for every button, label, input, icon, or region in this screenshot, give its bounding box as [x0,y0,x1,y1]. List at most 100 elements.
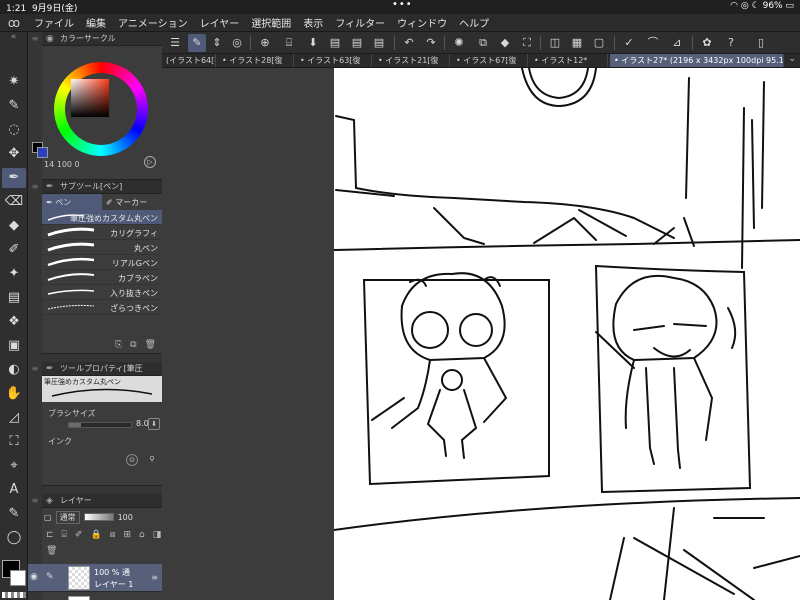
vector-tool-icon[interactable]: ⌖ [2,456,26,476]
transform-icon[interactable]: ⛶ [518,34,536,52]
invert-selection-icon[interactable]: ▦ [568,34,586,52]
menu-layer[interactable]: レイヤー [194,15,246,30]
save-icon[interactable]: ⬇ [304,34,322,52]
redo-icon[interactable]: ↷ [422,34,440,52]
panel-grip-icon[interactable]: ≡ [28,496,42,505]
frame-tool-icon[interactable]: ⛶ [2,432,26,452]
lock-alpha-icon[interactable]: ⧈ [110,530,116,542]
layer-color-icon[interactable]: ▢ [44,513,52,522]
menu-filter[interactable]: フィルター [329,15,391,30]
multitask-dots[interactable]: ••• [392,0,413,10]
color-mode-icon[interactable]: ▷ [144,156,156,168]
panel-menu-icon[interactable]: ☰ [166,34,184,52]
subtool-tab-marker[interactable]: ✐ マーカー [102,194,162,210]
selection-stamp-icon[interactable]: ▢ [590,34,608,52]
opacity-slider[interactable] [83,513,114,521]
brush-item[interactable]: 丸ペン [42,240,162,255]
brush-tool-icon[interactable]: ✐ [2,240,26,260]
eraser-tool-icon[interactable]: ⌫ [2,192,26,212]
smartphone-icon[interactable]: ▯ [752,34,770,52]
menu-window[interactable]: ウィンドウ [391,15,453,30]
airbrush-tool-icon[interactable]: ✦ [2,264,26,284]
figure-tool-icon[interactable]: ◐ [2,360,26,380]
grid-snap-icon[interactable]: ⊿ [668,34,686,52]
reference-layer-icon[interactable]: ⌸ [62,530,67,542]
magic-wand-tool-icon[interactable]: ✷ [2,72,26,92]
layer-row[interactable]: ◉ ✎ 100 % 通 レイヤー 1 ≡ [28,564,162,592]
brush-item[interactable]: リアルGペン [42,255,162,270]
panel-grip-icon[interactable]: ≡ [28,34,42,43]
gradient-tool-icon[interactable]: ▣ [2,336,26,356]
hand-tool-icon[interactable]: ✋ [2,384,26,404]
decoration-tool-icon[interactable]: ❖ [2,312,26,332]
layer-panel-header[interactable]: ◈ レイヤー [42,494,162,508]
doc-tab[interactable]: • イラスト63[復 [296,54,372,67]
edit-mode-icon[interactable]: ✎ [188,34,206,52]
tool-property-header[interactable]: ✒ ツールプロパティ[筆圧 [42,362,162,376]
panel-grip-icon[interactable]: ≡ [28,364,42,373]
saturation-value-square[interactable] [71,79,109,117]
doc-tab[interactable]: • イラスト12* [530,54,608,67]
scroll-updown-icon[interactable]: ⇕ [208,34,226,52]
delete-layer-icon[interactable]: 🗑 [46,546,57,558]
app-logo-icon[interactable]: ꝏ [0,16,28,30]
doc-tab[interactable]: (イラスト64[復 [162,54,216,67]
pen-tool-icon[interactable]: ✒ [2,168,26,188]
strip-collapse-icon[interactable]: « [0,32,27,46]
menu-selection[interactable]: 選択範囲 [245,15,297,30]
copy-icon[interactable]: ⧉ [474,34,492,52]
new-file-icon[interactable]: ⊕ [256,34,274,52]
clear-selection-icon[interactable]: ◫ [546,34,564,52]
special-ruler-icon[interactable]: ⌒ [644,34,662,52]
tabs-overflow-chevron-icon[interactable]: ⌄ [788,54,796,64]
brush-size-slider[interactable] [68,422,132,428]
canvas-page[interactable] [333,67,800,600]
color-badge-icon[interactable]: ◎ [228,34,246,52]
undo-icon[interactable]: ↶ [400,34,418,52]
new-raster-layer-icon[interactable]: ⊞ [123,530,131,542]
lasso-tool-icon[interactable]: ◌ [2,120,26,140]
duplicate-subtool-icon[interactable]: ⧉ [130,340,136,350]
ruler-snap-icon[interactable]: ✓ [620,34,638,52]
tool-settings-icon[interactable]: ⚲ [146,454,158,466]
delete-subtool-icon[interactable]: 🗑 [145,340,156,350]
transparent-color-swatch[interactable] [2,592,26,598]
export-psd-icon[interactable]: ▤ [370,34,388,52]
text-tool-icon[interactable]: A [2,480,26,500]
clip-layer-icon[interactable]: ⊏ [46,530,54,542]
menu-help[interactable]: ヘルプ [453,15,495,30]
tool-reset-icon[interactable]: ⊙ [126,454,138,466]
visibility-eye-icon[interactable]: ◉ [30,572,38,582]
menu-view[interactable]: 表示 [297,15,329,30]
sub-color-swatch[interactable] [10,570,26,586]
color-panel-header[interactable]: ◉ カラーサークル [42,32,162,46]
eyedropper-tool-icon[interactable]: ✎ [2,96,26,116]
lock-layer-icon[interactable]: 🔒 [91,530,102,542]
brush-item[interactable]: カリグラフィ [42,225,162,240]
subtool-tab-pen[interactable]: ✒ ペン [42,194,102,210]
new-folder-icon[interactable]: ⌂ [139,530,145,542]
brush-item[interactable]: 入り抜きペン [42,285,162,300]
doc-tab[interactable]: • イラスト28[復 [218,54,294,67]
export-png-icon[interactable]: ▤ [326,34,344,52]
brush-item[interactable]: 筆圧強めカスタム丸ペン [42,210,162,225]
brush-size-value[interactable]: 8.0 [136,419,149,428]
mask-icon[interactable]: ◨ [153,530,162,542]
doc-tab[interactable]: • イラスト21[復 [374,54,450,67]
menu-edit[interactable]: 編集 [80,15,112,30]
export-jpg-icon[interactable]: ▤ [348,34,366,52]
panel-grip-icon[interactable]: ≡ [28,182,42,191]
color-sub-swatch[interactable] [37,147,48,158]
fill-tool-icon[interactable]: ◆ [2,216,26,236]
ruler-tool-icon[interactable]: ◿ [2,408,26,428]
correction-tool-icon[interactable]: ✎ [2,504,26,524]
move-tool-icon[interactable]: ✥ [2,144,26,164]
menu-file[interactable]: ファイル [28,15,80,30]
open-file-icon[interactable]: ⌸ [280,34,298,52]
blend-tool-icon[interactable]: ▤ [2,288,26,308]
layer-row[interactable]: ◉ 用紙 [28,594,162,600]
balloon-tool-icon[interactable]: ◯ [2,528,26,548]
subtool-panel-header[interactable]: ✒ サブツール[ペン] [42,180,162,194]
doc-tab[interactable]: • イラスト67[復 [452,54,528,67]
drag-handle-icon[interactable]: ≡ [151,573,158,582]
